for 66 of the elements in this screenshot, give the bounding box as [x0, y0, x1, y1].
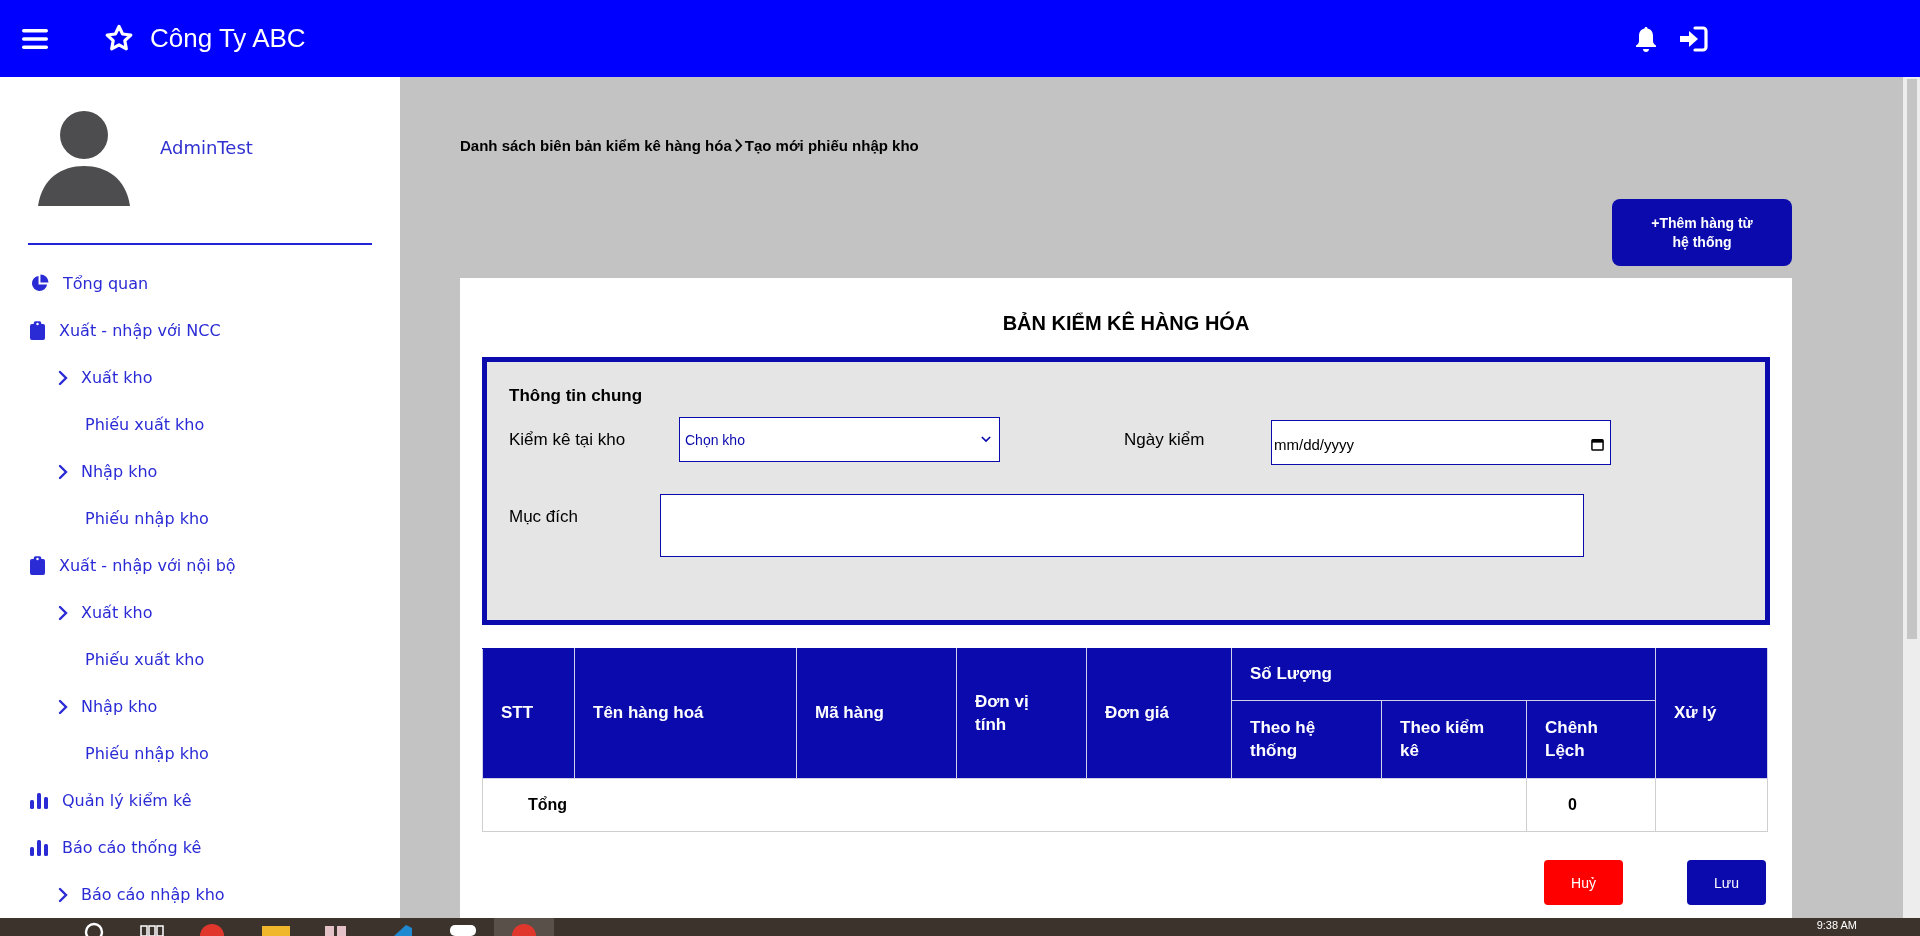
- field-label: Kiểm kê tại kho: [509, 429, 627, 450]
- sidebar-item[interactable]: Báo cáo nhập kho: [28, 871, 372, 918]
- column-header: Mã hàng: [796, 648, 957, 779]
- field-label: Ngày kiểm: [1124, 429, 1206, 450]
- total-label: Tổng: [527, 796, 568, 813]
- column-header: Chênh Lệch: [1526, 700, 1656, 779]
- sidebar-item[interactable]: Nhập kho: [28, 683, 372, 730]
- bell-icon[interactable]: [1634, 24, 1658, 53]
- save-button[interactable]: Lưu: [1687, 860, 1766, 905]
- warehouse-select[interactable]: Chọn kho: [679, 417, 1000, 462]
- column-header: Đơn giá: [1086, 648, 1232, 779]
- sidebar-item[interactable]: Phiếu xuất kho: [28, 636, 372, 683]
- column-header: Tên hàng hoá: [574, 648, 797, 779]
- clock: 9:38 AM: [1816, 919, 1857, 931]
- breadcrumb-link[interactable]: Tạo mới phiếu nhập kho: [744, 137, 919, 154]
- column-header: Số Lượng: [1231, 648, 1656, 701]
- app-title: Công Ty ABC: [150, 23, 306, 54]
- clipboard-icon: [30, 556, 45, 575]
- calendar-icon: [1591, 438, 1604, 451]
- sidebar-item[interactable]: Tổng quan: [28, 260, 372, 307]
- breadcrumb-link[interactable]: Danh sách biên bản kiểm kê hàng hóa: [460, 137, 732, 154]
- form-title: BẢN KIỂM KÊ HÀNG HÓA: [1001, 312, 1251, 335]
- purpose-field[interactable]: [660, 494, 1584, 557]
- app-icon[interactable]: [450, 922, 476, 936]
- sidebar-item[interactable]: Xuất kho: [28, 354, 372, 401]
- column-header: STT: [482, 648, 575, 779]
- sidebar-item[interactable]: Xuất kho: [28, 589, 372, 636]
- cancel-button[interactable]: Huỷ: [1544, 860, 1623, 905]
- avatar-icon: [38, 109, 130, 206]
- menu-button[interactable]: [22, 27, 48, 50]
- menu-icon: [22, 27, 48, 50]
- chevron-right-icon: [58, 604, 68, 621]
- chevron-right-icon: [58, 698, 68, 715]
- chevron-right-icon: [733, 138, 743, 153]
- pie-chart-icon: [30, 274, 49, 293]
- add-from-system-button[interactable]: +Thêm hàng từ hệ thống: [1612, 199, 1792, 266]
- column-header: Xử lý: [1655, 648, 1768, 779]
- sidebar-item[interactable]: Xuất - nhập với nội bộ: [28, 542, 372, 589]
- sidebar-item[interactable]: Phiếu nhập kho: [28, 730, 372, 777]
- task-view-icon[interactable]: [140, 922, 164, 936]
- field-label: Mục đích: [509, 506, 579, 527]
- sidebar-item[interactable]: Báo cáo thống kê: [28, 824, 372, 871]
- sign-in-icon[interactable]: [1680, 25, 1708, 52]
- total-value: 0: [1567, 796, 1577, 813]
- star-icon: [104, 24, 134, 53]
- sidebar-item[interactable]: Phiếu nhập kho: [28, 495, 372, 542]
- column-header: Theo hệ thống: [1231, 700, 1382, 779]
- section-title: Thông tin chung: [509, 386, 644, 406]
- sidebar-item[interactable]: Xuất - nhập với NCC: [28, 307, 372, 354]
- chevron-right-icon: [58, 886, 68, 903]
- browser-icon[interactable]: [198, 922, 226, 936]
- date-field[interactable]: mm/dd/yyyy: [1271, 420, 1611, 465]
- column-header: Đơn vị tính: [956, 648, 1087, 779]
- user-name: AdminTest: [160, 137, 253, 158]
- sidebar-item[interactable]: Nhập kho: [28, 448, 372, 495]
- chevron-right-icon: [58, 369, 68, 386]
- bar-chart-icon: [30, 839, 48, 856]
- bar-chart-icon: [30, 792, 48, 809]
- search-icon[interactable]: [84, 922, 104, 936]
- chevron-down-icon: [981, 436, 991, 443]
- chevron-right-icon: [58, 463, 68, 480]
- clipboard-icon: [30, 321, 45, 340]
- sidebar-item[interactable]: Quản lý kiểm kê: [28, 777, 372, 824]
- column-header: Theo kiểm kê: [1381, 700, 1527, 779]
- sidebar-item[interactable]: Phiếu xuất kho: [28, 401, 372, 448]
- scrollbar-thumb[interactable]: [1906, 79, 1917, 639]
